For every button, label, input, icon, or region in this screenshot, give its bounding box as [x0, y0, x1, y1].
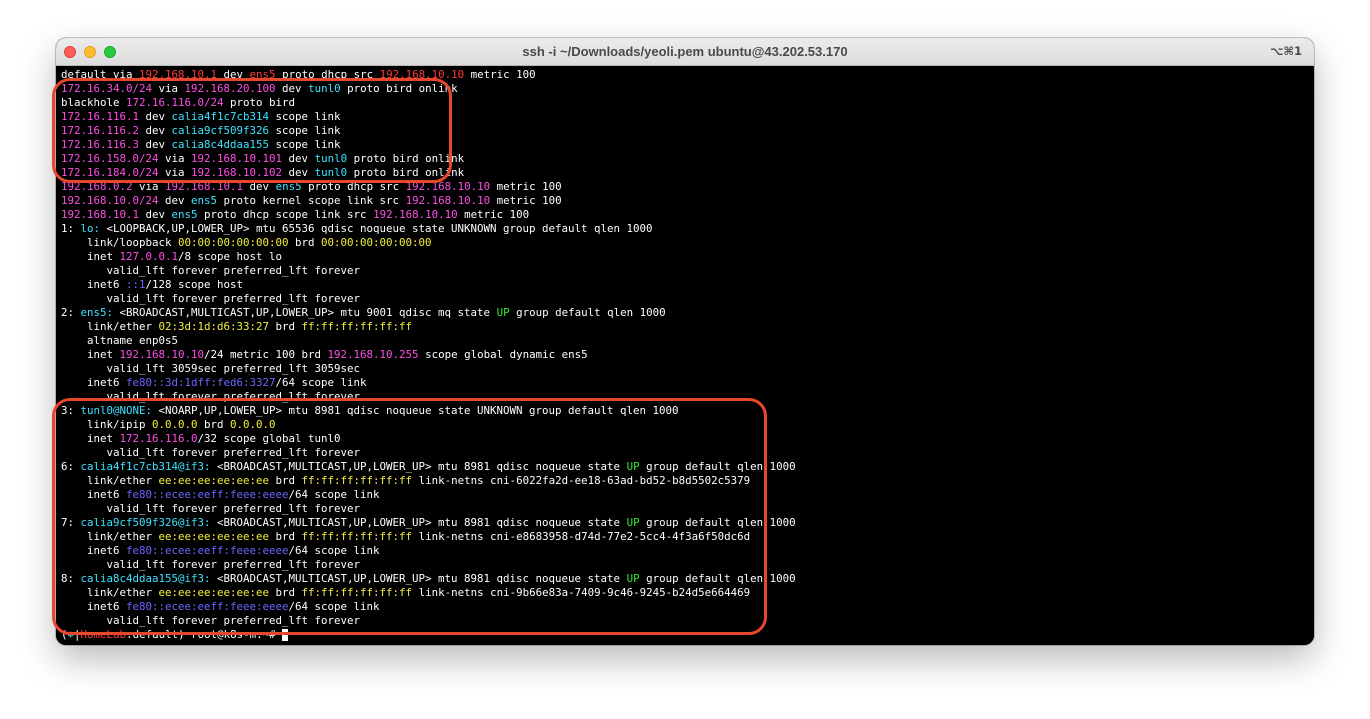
terminal-text: 1:: [61, 222, 81, 235]
terminal-line: 1: lo: <LOOPBACK,UP,LOWER_UP> mtu 65536 …: [61, 222, 796, 236]
terminal-text: valid_lft forever preferred_lft forever: [61, 292, 361, 305]
terminal-text: altname enp0s5: [61, 334, 179, 347]
terminal-line: 192.168.10.0/24 dev ens5 proto kernel sc…: [61, 194, 796, 208]
terminal-text: 192.168.10.0/24: [61, 194, 159, 207]
window-shortcut-label: ⌥⌘1: [1270, 44, 1302, 58]
terminal-text: ens5: [171, 208, 198, 221]
terminal-text: UP: [496, 306, 510, 319]
terminal-text: proto dhcp scope link src: [197, 208, 374, 221]
terminal-text: proto kernel scope link src: [217, 194, 406, 207]
terminal-text: metric 100: [457, 208, 530, 221]
terminal-text: group default qlen 1000: [509, 306, 666, 319]
terminal-line: inet 127.0.0.1/8 scope host lo: [61, 250, 796, 264]
terminal-line: valid_lft forever preferred_lft forever: [61, 264, 796, 278]
terminal-text: ::1: [126, 278, 146, 291]
terminal-line: 2: ens5: <BROADCAST,MULTICAST,UP,LOWER_U…: [61, 306, 796, 320]
terminal-text: inet6: [61, 376, 127, 389]
terminal-text: ens5: [191, 194, 218, 207]
terminal-text: link/loopback: [61, 236, 179, 249]
terminal-text: 2:: [61, 306, 81, 319]
terminal-text: fe80::3d:1dff:fed6:3327: [126, 376, 276, 389]
terminal-line: inet6 fe80::3d:1dff:fed6:3327/64 scope l…: [61, 376, 796, 390]
interfaces-callout: [52, 398, 767, 635]
terminal-text: dev: [139, 208, 172, 221]
terminal-line: inet 192.168.10.10/24 metric 100 brd 192…: [61, 348, 796, 362]
terminal-line: link/loopback 00:00:00:00:00:00 brd 00:0…: [61, 236, 796, 250]
terminal-text: /128 scope host: [145, 278, 244, 291]
terminal-text: dev: [158, 194, 192, 207]
window-title: ssh -i ~/Downloads/yeoli.pem ubuntu@43.2…: [522, 44, 848, 59]
terminal-text: ff:ff:ff:ff:ff:ff: [301, 320, 413, 333]
terminal-text: scope global dynamic ens5: [418, 348, 588, 361]
terminal-line: inet6 ::1/128 scope host: [61, 278, 796, 292]
terminal-text: /64 scope link: [275, 376, 367, 389]
title-bar: ssh -i ~/Downloads/yeoli.pem ubuntu@43.2…: [56, 38, 1314, 66]
terminal-text: 192.168.10.10: [373, 208, 458, 221]
terminal-line: 192.168.10.1 dev ens5 proto dhcp scope l…: [61, 208, 796, 222]
terminal-text: valid_lft forever preferred_lft forever: [61, 264, 361, 277]
terminal-text: /8 scope host lo: [178, 250, 283, 263]
terminal-text: inet6: [61, 278, 127, 291]
terminal-text: metric 100: [464, 68, 536, 81]
terminal-text: /24 metric 100 brd: [204, 348, 328, 361]
terminal-text: <LOOPBACK,UP,LOWER_UP> mtu 65536 qdisc n…: [100, 222, 653, 235]
terminal-text: metric 100: [490, 180, 562, 193]
terminal-text: <BROADCAST,MULTICAST,UP,LOWER_UP> mtu 90…: [113, 306, 497, 319]
terminal-line: link/ether 02:3d:1d:d6:33:27 brd ff:ff:f…: [61, 320, 796, 334]
terminal-text: inet: [61, 348, 120, 361]
terminal-text: 02:3d:1d:d6:33:27: [158, 320, 270, 333]
terminal-line: valid_lft forever preferred_lft forever: [61, 292, 796, 306]
terminal-line: altname enp0s5: [61, 334, 796, 348]
terminal-text: 192.168.10.10: [405, 194, 491, 207]
terminal-text: inet: [61, 250, 120, 263]
terminal-text: 127.0.0.1: [119, 250, 179, 263]
terminal-text: ens5:: [80, 306, 114, 319]
terminal-text: valid_lft 3059sec preferred_lft 3059sec: [61, 362, 361, 375]
terminal-line: valid_lft 3059sec preferred_lft 3059sec: [61, 362, 796, 376]
terminal-text: brd: [288, 236, 322, 249]
terminal-text: 192.168.10.10: [119, 348, 205, 361]
terminal-text: 192.168.10.255: [327, 348, 419, 361]
terminal-text: 00:00:00:00:00:00: [178, 236, 289, 249]
terminal-text: 192.168.10.1: [61, 208, 140, 221]
terminal-text: link/ether: [61, 320, 159, 333]
terminal-text: metric 100: [490, 194, 562, 207]
terminal-text: 00:00:00:00:00:00: [321, 236, 432, 249]
terminal-text: lo:: [80, 222, 101, 235]
route-callout: [52, 78, 452, 183]
terminal-text: brd: [269, 320, 302, 333]
